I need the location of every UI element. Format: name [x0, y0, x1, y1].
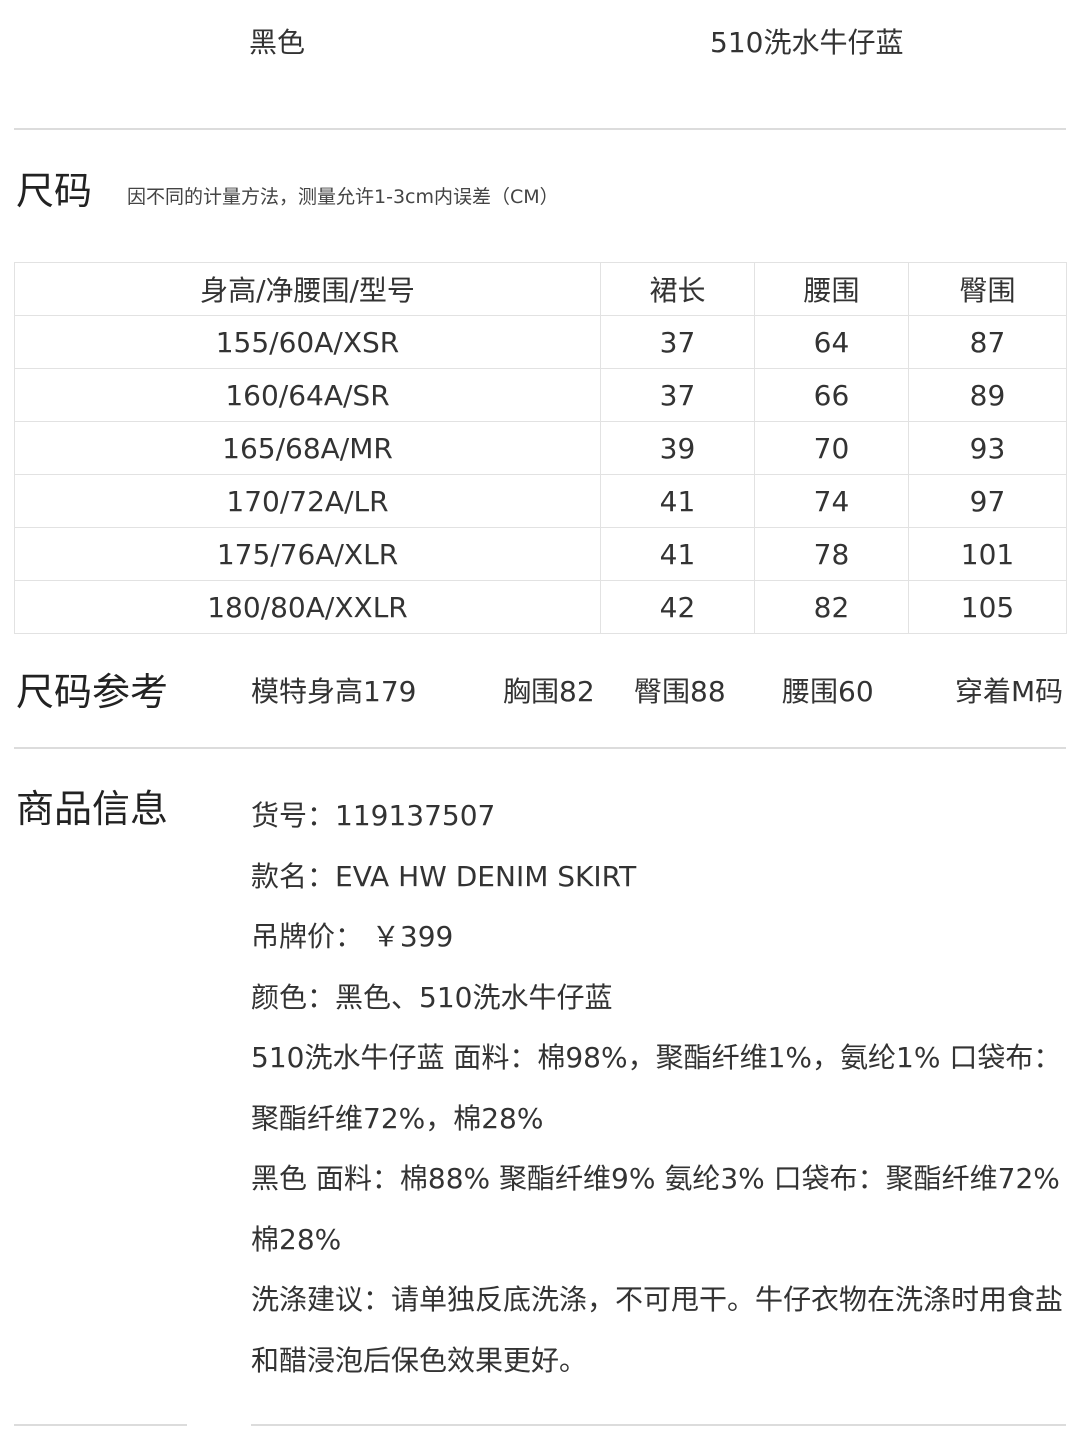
washing-advice: 洗涤建议：请单独反底洗涤，不可甩干。牛仔衣物在洗涤时用食盐和醋浸泡后保色效果更好…	[251, 1283, 1064, 1377]
waist-cell: 70	[754, 421, 909, 475]
skirt-length-cell: 42	[600, 580, 755, 634]
skirt-length-cell: 39	[600, 421, 755, 475]
product-colors: 颜色：黑色、510洗水牛仔蓝	[251, 980, 613, 1014]
header-height-waist-model: 身高/净腰围/型号	[14, 262, 601, 316]
hip-cell: 93	[908, 421, 1067, 475]
model-bust: 胸围82	[503, 675, 595, 708]
size-reference-title: 尺码参考	[16, 670, 169, 714]
hip-cell: 89	[908, 368, 1067, 422]
table-row: 180/80A/XXLR 42 82 105	[14, 580, 1067, 634]
header-waist: 腰围	[754, 262, 909, 316]
size-cell: 155/60A/XSR	[14, 315, 601, 369]
size-table-header-row: 身高/净腰围/型号 裙长 腰围 臀围	[14, 262, 1067, 316]
table-row: 170/72A/LR 41 74 97	[14, 474, 1067, 528]
skirt-length-cell: 37	[600, 368, 755, 422]
size-measurement-note: 因不同的计量方法，测量允许1-3cm内误差（CM）	[127, 186, 559, 208]
table-row: 165/68A/MR 39 70 93	[14, 421, 1067, 475]
model-waist: 腰围60	[782, 675, 874, 708]
model-wearing-size: 穿着M码	[955, 675, 1064, 708]
size-cell: 170/72A/LR	[14, 474, 601, 528]
waist-cell: 82	[754, 580, 909, 634]
skirt-length-cell: 41	[600, 474, 755, 528]
skirt-length-cell: 41	[600, 527, 755, 581]
table-row: 175/76A/XLR 41 78 101	[14, 527, 1067, 581]
hip-cell: 97	[908, 474, 1067, 528]
size-table: 身高/净腰围/型号 裙长 腰围 臀围 155/60A/XSR 37 64 87 …	[14, 262, 1067, 634]
product-tag-price: 吊牌价： ￥399	[251, 920, 454, 953]
waist-cell: 64	[754, 315, 909, 369]
hip-cell: 87	[908, 315, 1067, 369]
header-skirt-length: 裙长	[600, 262, 755, 316]
divider	[14, 747, 1066, 749]
skirt-length-cell: 37	[600, 315, 755, 369]
divider	[251, 1424, 1066, 1426]
waist-cell: 66	[754, 368, 909, 422]
header-hip: 臀围	[908, 262, 1067, 316]
size-section-title: 尺码	[16, 169, 93, 213]
product-info-title: 商品信息	[16, 787, 169, 831]
size-cell: 165/68A/MR	[14, 421, 601, 475]
divider	[14, 128, 1066, 130]
product-sku: 货号：119137507	[251, 799, 496, 832]
product-style-name: 款名：EVA HW DENIM SKIRT	[251, 859, 637, 893]
model-hip: 臀围88	[634, 675, 726, 708]
table-row: 160/64A/SR 37 66 89	[14, 368, 1067, 422]
product-info-list: 货号：119137507 款名：EVA HW DENIM SKIRT 吊牌价： …	[251, 786, 1067, 1391]
size-cell: 180/80A/XXLR	[14, 580, 601, 634]
size-cell: 160/64A/SR	[14, 368, 601, 422]
size-cell: 175/76A/XLR	[14, 527, 601, 581]
divider	[14, 1424, 187, 1426]
waist-cell: 74	[754, 474, 909, 528]
hip-cell: 101	[908, 527, 1067, 581]
table-row: 155/60A/XSR 37 64 87	[14, 315, 1067, 369]
waist-cell: 78	[754, 527, 909, 581]
hip-cell: 105	[908, 580, 1067, 634]
black-fabric: 黑色 面料：棉88% 聚酯纤维9% 氨纶3% 口袋布：聚酯纤维72% 棉28%	[251, 1162, 1060, 1256]
color-option-denim-blue: 510洗水牛仔蓝	[710, 26, 904, 59]
color-option-black: 黑色	[249, 26, 306, 59]
denim-blue-fabric: 510洗水牛仔蓝 面料：棉98%，聚酯纤维1%，氨纶1% 口袋布：聚酯纤维72%…	[251, 1041, 1062, 1135]
model-height: 模特身高179	[251, 675, 417, 708]
